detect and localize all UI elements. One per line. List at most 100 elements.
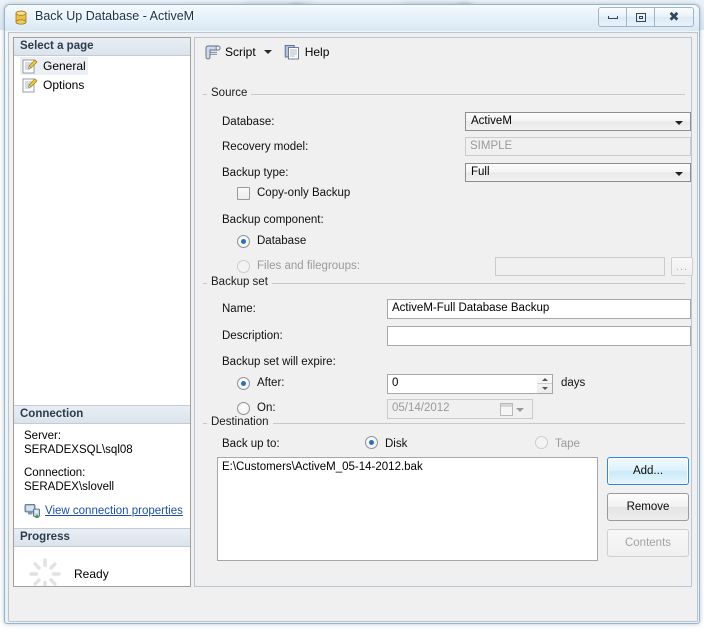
sidebar-item-options[interactable]: Options [20,76,190,94]
days-spinner[interactable] [537,374,553,394]
destination-disk-label[interactable]: Disk [385,438,407,450]
page-script-icon [22,59,38,73]
server-value: SERADEXSQL\sql08 [24,444,133,456]
component-database-radio[interactable] [237,235,250,248]
days-unit-label: days [561,377,586,389]
restore-icon [635,12,646,22]
files-browse-button: ... [671,257,693,276]
component-database-label[interactable]: Database [257,235,306,247]
backup-type-label: Backup type: [222,167,289,179]
script-label: Script [225,45,256,59]
recovery-model-label: Recovery model: [222,141,309,153]
destination-file-list[interactable]: E:\Customers\ActiveM_05-14-2012.bak [217,457,598,561]
list-item[interactable]: E:\Customers\ActiveM_05-14-2012.bak [222,461,597,473]
connection-label: Connection: [24,467,86,479]
copy-only-backup-checkbox[interactable] [237,187,250,200]
backup-set-name-input[interactable]: ActiveM-Full Database Backup [387,299,691,319]
backup-type-value: Full [471,166,490,178]
destination-disk-radio[interactable] [365,436,378,449]
dialog-client-area: Select a page General Options Connection… [8,32,698,622]
contents-button-label: Contents [624,537,672,549]
close-button[interactable]: ✖ [654,7,694,27]
sidebar-item-general[interactable]: General [20,57,88,75]
component-files-label: Files and filegroups: [257,260,360,272]
contents-button: Contents [607,529,689,557]
backup-set-expire-label: Backup set will expire: [222,356,336,368]
page-list: General Options [14,57,190,405]
destination-group-title: Destination [207,416,273,428]
right-content-pane: Script Help Source Database: ActiveM Rec… [194,37,693,587]
backup-set-group-title: Backup set [207,276,272,288]
left-navigation-pane: Select a page General Options Connection… [13,37,191,587]
spinner-up-button[interactable] [537,375,552,384]
destination-tape-radio [535,436,548,449]
backup-set-name-label: Name: [222,303,256,315]
view-connection-properties-link[interactable]: View connection properties [45,504,183,518]
script-icon [205,45,221,60]
help-icon [284,45,299,60]
dialog-footer: OK Cancel [13,591,695,619]
files-filegroups-field [495,257,665,276]
script-button[interactable]: Script [200,41,260,63]
chevron-down-icon[interactable] [263,50,272,54]
group-divider [203,283,685,284]
chevron-up-icon [541,377,548,381]
progress-spinner-icon [29,558,61,586]
minimize-button[interactable] [598,7,626,27]
minimize-icon [607,15,618,19]
expire-on-label[interactable]: On: [257,402,276,414]
connection-header: Connection [14,406,190,424]
group-divider [203,423,685,424]
copy-only-backup-label[interactable]: Copy-only Backup [257,187,350,199]
remove-button-label: Remove [626,501,670,513]
connection-section: Connection Server: SERADEXSQL\sql08 Conn… [14,405,190,518]
connection-details: Server: SERADEXSQL\sql08 Connection: SER… [14,424,190,518]
files-browse-label: ... [675,260,689,273]
add-button-label: Add... [632,465,664,477]
remove-button[interactable]: Remove [607,493,689,521]
backup-set-description-input[interactable] [387,326,691,346]
database-value: ActiveM [471,115,512,127]
sidebar-item-label: Options [43,78,85,92]
close-icon: ✖ [668,9,680,25]
help-button[interactable]: Help [280,41,334,63]
backup-set-name-value: ActiveM-Full Database Backup [392,302,550,314]
connection-value: SERADEX\slovell [24,481,115,493]
backup-database-dialog: Back Up Database - ActiveM ✖ Select a pa… [4,4,700,624]
expire-on-radio[interactable] [237,402,250,415]
expire-after-label[interactable]: After: [257,377,284,389]
expire-after-radio[interactable] [237,377,250,390]
add-button[interactable]: Add... [607,457,689,485]
expire-after-days-input[interactable]: 0 [387,374,537,394]
view-connection-properties-row[interactable]: View connection properties [24,503,190,518]
chevron-down-icon [541,387,548,390]
backup-component-label: Backup component: [222,214,324,226]
progress-section: Progress Ready [14,528,190,586]
source-group: Source [203,87,685,99]
backup-set-description-label: Description: [222,330,283,342]
backup-set-group: Backup set [203,276,685,288]
connection-properties-icon [24,504,40,518]
progress-header: Progress [14,529,190,547]
sidebar-item-label: General [43,59,86,73]
database-select[interactable]: ActiveM [465,112,691,131]
group-divider [203,94,685,95]
progress-status: Ready [74,567,109,581]
backup-type-select[interactable]: Full [465,163,691,182]
maximize-button[interactable] [626,7,654,27]
spinner-down-button[interactable] [537,384,552,393]
back-up-to-label: Back up to: [222,438,280,450]
component-files-radio [237,260,250,273]
title-bar[interactable]: Back Up Database - ActiveM ✖ [5,5,699,31]
expire-after-days-value: 0 [392,377,399,389]
page-script-icon [22,78,38,92]
chevron-down-icon [675,121,683,125]
select-page-header: Select a page [14,38,190,56]
window-title: Back Up Database - ActiveM [35,9,195,23]
database-label: Database: [222,116,275,128]
recovery-model-value: SIMPLE [470,140,513,152]
server-label: Server: [24,430,62,442]
destination-tape-label: Tape [555,438,580,450]
chevron-down-icon [516,407,524,412]
progress-body: Ready [14,547,190,586]
